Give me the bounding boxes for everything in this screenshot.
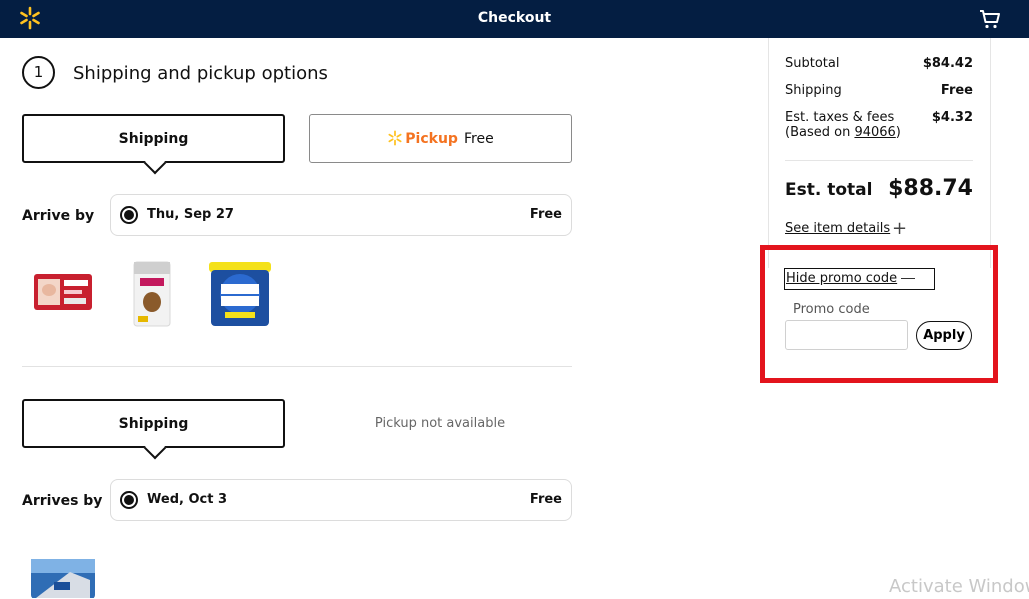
subtotal-label: Subtotal xyxy=(785,56,840,71)
based-on-suffix: ) xyxy=(895,125,901,140)
group-divider xyxy=(22,366,572,367)
promo-code-input[interactable] xyxy=(785,320,908,350)
shipping-tab[interactable]: Shipping xyxy=(22,114,285,175)
shipping-label: Shipping xyxy=(785,83,842,98)
page-title: Checkout xyxy=(477,10,552,26)
taxes-value: $4.32 xyxy=(931,110,973,125)
shipping-row: Shipping Free xyxy=(785,83,973,98)
summary-divider xyxy=(785,160,973,161)
pickup-not-available-text: Pickup not available xyxy=(374,416,506,431)
diapers-product-image xyxy=(34,274,92,310)
membership-card-product-image xyxy=(31,559,95,598)
section-title: Shipping and pickup options xyxy=(73,63,328,84)
pickup-tab-label: Pickup xyxy=(405,131,458,147)
order-summary: Subtotal $84.42 Shipping Free Est. taxes… xyxy=(768,38,991,268)
step-number-badge: 1 xyxy=(22,56,55,89)
pickup-tab[interactable]: Pickup Free xyxy=(309,114,572,163)
delivery-date-option[interactable]: Thu, Sep 27 Free xyxy=(110,194,572,236)
header-bar: Checkout xyxy=(0,0,1029,38)
delivery-price: Free xyxy=(529,492,562,507)
minus-icon xyxy=(901,278,915,279)
delivery-date: Thu, Sep 27 xyxy=(147,207,234,222)
zip-code-link[interactable]: 94066 xyxy=(854,125,895,140)
plus-icon[interactable]: + xyxy=(892,220,907,238)
arrive-by-label: Arrive by xyxy=(22,208,95,224)
total-label: Est. total xyxy=(785,180,873,200)
taxes-row: Est. taxes & fees (Based on 94066) $4.32 xyxy=(785,110,973,140)
apply-button[interactable]: Apply xyxy=(916,321,972,350)
cart-icon[interactable] xyxy=(978,7,1002,31)
walmart-spark-icon xyxy=(388,130,402,146)
based-on-prefix: (Based on xyxy=(785,125,855,140)
oxiclean-product-image xyxy=(209,262,271,326)
subtotal-value: $84.42 xyxy=(922,56,973,71)
selected-tab-pointer xyxy=(143,436,166,460)
radio-selected-icon[interactable] xyxy=(120,491,138,509)
radio-selected-icon[interactable] xyxy=(120,206,138,224)
shipping-value: Free xyxy=(940,83,973,98)
dog-food-product-image xyxy=(133,261,171,327)
hide-promo-code-label: Hide promo code xyxy=(786,271,898,286)
shipping-tab-label: Shipping xyxy=(118,416,189,432)
pickup-price: Free xyxy=(463,131,494,147)
see-item-details-link[interactable]: See item details xyxy=(785,221,890,236)
total-value: $88.74 xyxy=(888,176,973,201)
delivery-date: Wed, Oct 3 xyxy=(147,492,228,507)
selected-tab-pointer xyxy=(143,151,166,175)
hide-promo-code-toggle[interactable]: Hide promo code xyxy=(784,268,935,290)
activate-windows-watermark: Activate Window xyxy=(889,576,1029,597)
delivery-date-option[interactable]: Wed, Oct 3 Free xyxy=(110,479,572,521)
delivery-price: Free xyxy=(529,207,562,222)
promo-code-label: Promo code xyxy=(793,302,870,317)
arrive-by-label: Arrives by xyxy=(22,493,103,509)
shipping-tab[interactable]: Shipping xyxy=(22,399,285,460)
subtotal-row: Subtotal $84.42 xyxy=(785,56,973,71)
shipping-tab-label: Shipping xyxy=(118,131,189,147)
